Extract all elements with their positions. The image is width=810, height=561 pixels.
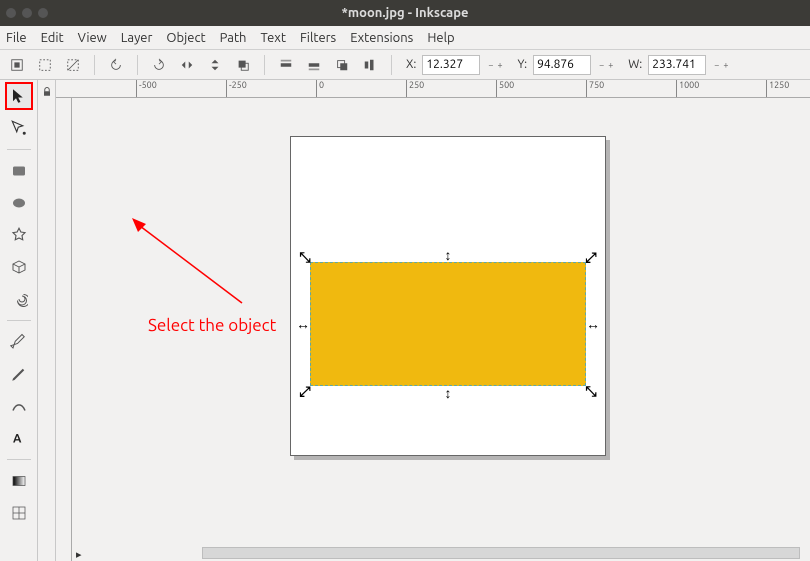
lock-strip [38, 80, 56, 561]
canvas[interactable]: Select the object ▸ [72, 98, 810, 561]
svg-text:A: A [13, 433, 22, 446]
rectangle-object[interactable] [310, 262, 586, 386]
menu-text[interactable]: Text [260, 31, 285, 45]
window-titlebar: *moon.jpg - Inkscape [0, 0, 810, 26]
node-tool[interactable] [5, 114, 33, 142]
resize-handle-e[interactable] [586, 317, 600, 331]
lock-icon[interactable] [41, 84, 53, 102]
menu-filters[interactable]: Filters [300, 31, 336, 45]
menu-bar: File Edit View Layer Object Path Text Fi… [0, 26, 810, 50]
w-label: W: [628, 58, 642, 71]
w-input[interactable] [648, 55, 706, 75]
menu-help[interactable]: Help [427, 31, 454, 45]
x-input[interactable] [422, 55, 480, 75]
y-spinner[interactable]: −+ [597, 61, 615, 69]
text-tool[interactable]: A [5, 424, 33, 452]
selected-rectangle[interactable] [302, 254, 594, 394]
lower-bottom-button[interactable] [331, 54, 353, 76]
menu-layer[interactable]: Layer [121, 31, 153, 45]
y-label: Y: [518, 58, 528, 71]
select-all-layers-button[interactable] [6, 54, 28, 76]
resize-handle-s[interactable] [441, 386, 455, 400]
flip-h-button[interactable] [176, 54, 198, 76]
annotation-text: Select the object [148, 316, 276, 335]
pencil-tool[interactable] [5, 360, 33, 388]
spiral-tool[interactable] [5, 285, 33, 313]
horizontal-scrollbar[interactable] [202, 547, 800, 559]
lower-button[interactable] [303, 54, 325, 76]
rotate-cw-button[interactable] [148, 54, 170, 76]
menu-object[interactable]: Object [166, 31, 205, 45]
mesh-tool[interactable] [5, 499, 33, 527]
tool-controls-bar: X: −+ Y: −+ W: −+ [0, 50, 810, 80]
resize-handle-n[interactable] [441, 248, 455, 262]
resize-handle-ne[interactable] [584, 250, 598, 264]
ellipse-tool[interactable] [5, 189, 33, 217]
star-tool[interactable] [5, 221, 33, 249]
raise-button[interactable] [275, 54, 297, 76]
toolbox: A [0, 80, 38, 561]
align-button[interactable] [359, 54, 381, 76]
y-input[interactable] [533, 55, 591, 75]
window-controls[interactable] [6, 8, 48, 18]
annotation-arrow [132, 218, 252, 308]
resize-handle-se[interactable] [584, 384, 598, 398]
resize-handle-w[interactable] [296, 317, 310, 331]
menu-view[interactable]: View [78, 31, 107, 45]
resize-handle-sw[interactable] [298, 384, 312, 398]
menu-file[interactable]: File [6, 31, 27, 45]
x-label: X: [406, 58, 416, 71]
w-spinner[interactable]: −+ [712, 61, 730, 69]
window-title: *moon.jpg - Inkscape [342, 6, 469, 20]
calligraphy-tool[interactable] [5, 392, 33, 420]
pen-tool[interactable] [5, 328, 33, 356]
box3d-tool[interactable] [5, 253, 33, 281]
menu-edit[interactable]: Edit [41, 31, 64, 45]
ruler-vertical [56, 98, 72, 561]
menu-extensions[interactable]: Extensions [350, 31, 413, 45]
menu-path[interactable]: Path [220, 31, 247, 45]
x-spinner[interactable]: −+ [486, 61, 504, 69]
expander-icon[interactable]: ▸ [76, 548, 82, 561]
rotate-ccw-button[interactable] [105, 54, 127, 76]
select-all-button[interactable] [34, 54, 56, 76]
gradient-tool[interactable] [5, 467, 33, 495]
raise-top-button[interactable] [232, 54, 254, 76]
deselect-button[interactable] [62, 54, 84, 76]
rectangle-tool[interactable] [5, 157, 33, 185]
selector-tool[interactable] [5, 82, 33, 110]
flip-v-button[interactable] [204, 54, 226, 76]
resize-handle-nw[interactable] [298, 250, 312, 264]
